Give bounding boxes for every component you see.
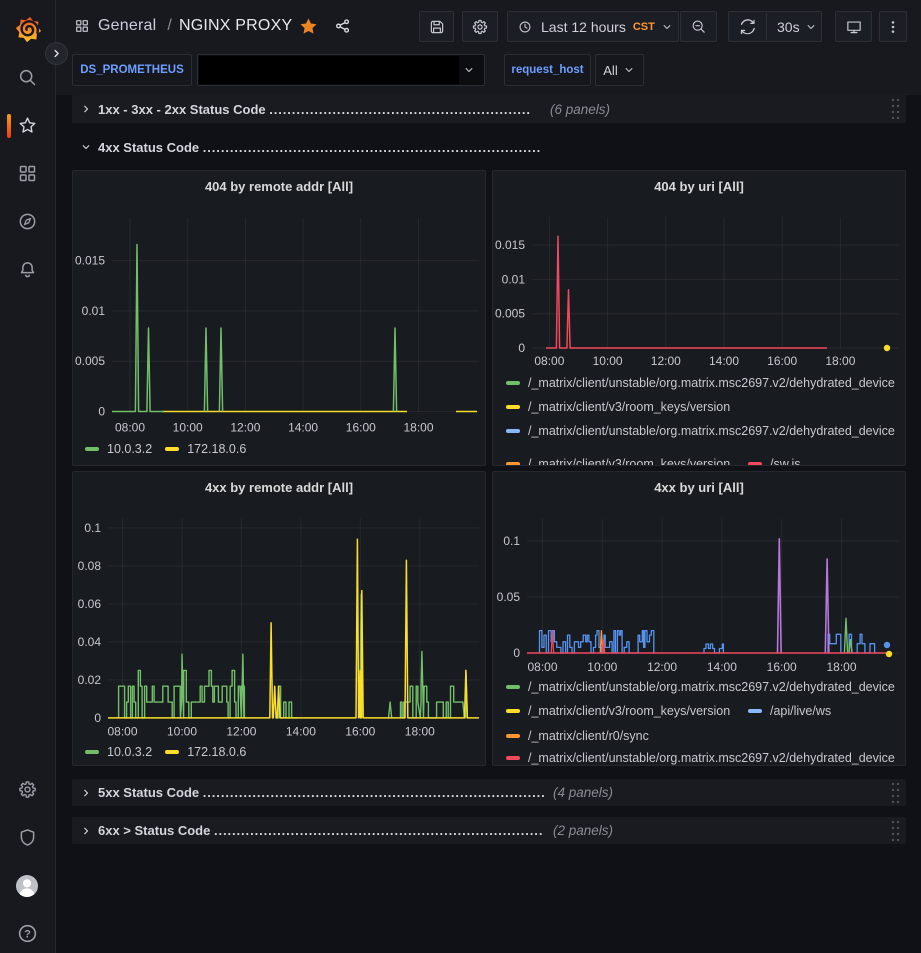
svg-text:0.1: 0.1 (503, 534, 520, 548)
svg-text:14:00: 14:00 (707, 660, 737, 674)
svg-text:16:00: 16:00 (346, 421, 376, 435)
svg-text:0: 0 (98, 405, 105, 419)
svg-text:0.015: 0.015 (75, 254, 105, 268)
svg-text:0.05: 0.05 (497, 590, 521, 604)
svg-text:08:00: 08:00 (527, 660, 557, 674)
svg-text:14:00: 14:00 (288, 421, 318, 435)
svg-text:0.01: 0.01 (82, 304, 106, 318)
svg-text:0: 0 (94, 711, 101, 725)
svg-text:0.005: 0.005 (75, 354, 105, 368)
svg-text:0.08: 0.08 (78, 559, 102, 573)
svg-text:14:00: 14:00 (286, 725, 316, 739)
svg-text:08:00: 08:00 (115, 421, 145, 435)
svg-text:18:00: 18:00 (825, 354, 855, 368)
svg-text:16:00: 16:00 (345, 725, 375, 739)
svg-text:10:00: 10:00 (593, 354, 623, 368)
svg-text:16:00: 16:00 (767, 660, 797, 674)
svg-text:0: 0 (513, 646, 520, 660)
svg-text:0.005: 0.005 (495, 307, 525, 321)
svg-text:18:00: 18:00 (826, 660, 856, 674)
svg-text:0.015: 0.015 (495, 238, 525, 252)
svg-text:0.01: 0.01 (502, 272, 526, 286)
svg-text:12:00: 12:00 (647, 660, 677, 674)
svg-text:10:00: 10:00 (587, 660, 617, 674)
svg-text:0: 0 (518, 341, 525, 355)
svg-text:10:00: 10:00 (167, 725, 197, 739)
svg-text:14:00: 14:00 (709, 354, 739, 368)
svg-text:08:00: 08:00 (534, 354, 564, 368)
svg-text:16:00: 16:00 (767, 354, 797, 368)
svg-text:12:00: 12:00 (226, 725, 256, 739)
svg-text:?: ? (24, 928, 31, 940)
svg-text:18:00: 18:00 (403, 421, 433, 435)
svg-text:0.04: 0.04 (78, 635, 102, 649)
svg-text:0.06: 0.06 (78, 597, 102, 611)
svg-text:0.02: 0.02 (78, 673, 102, 687)
svg-text:12:00: 12:00 (651, 354, 681, 368)
svg-text:10:00: 10:00 (173, 421, 203, 435)
svg-text:12:00: 12:00 (230, 421, 260, 435)
svg-text:0.1: 0.1 (84, 521, 101, 535)
svg-text:08:00: 08:00 (107, 725, 137, 739)
svg-text:18:00: 18:00 (405, 725, 435, 739)
